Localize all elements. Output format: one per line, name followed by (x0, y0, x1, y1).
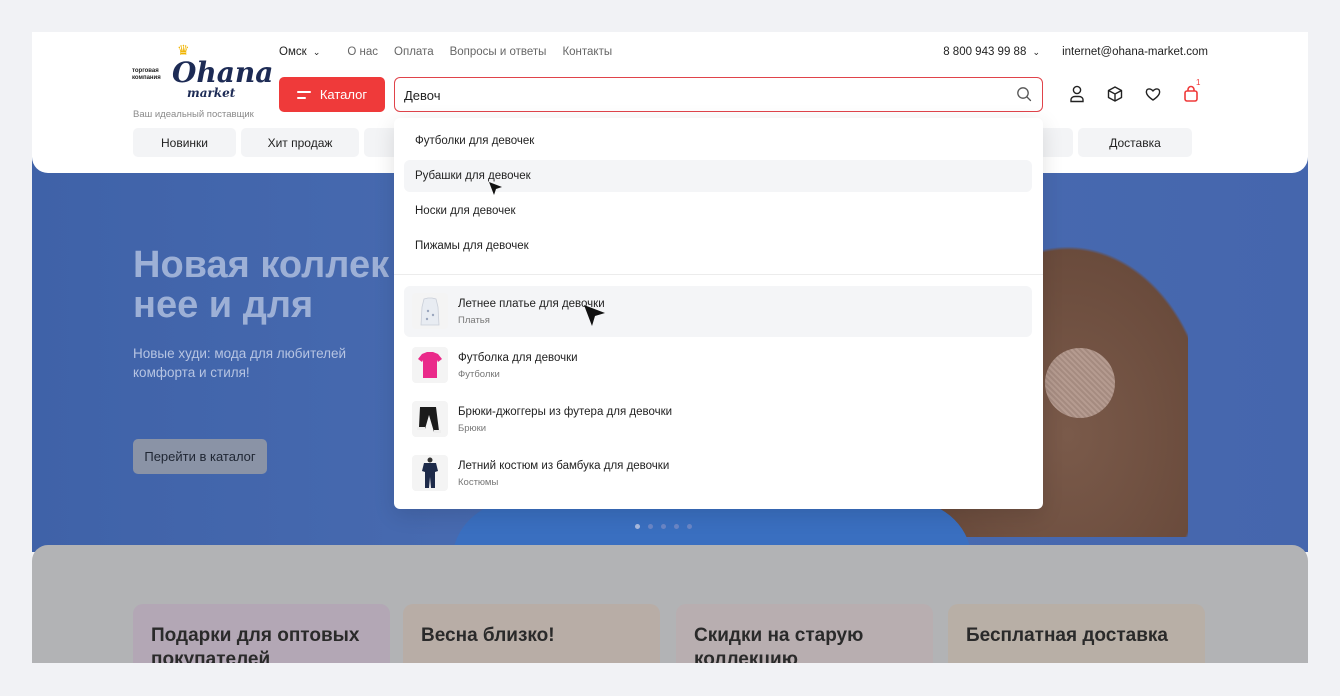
promo-section: Подарки для оптовых покупателей Весна бл… (32, 545, 1308, 663)
chevron-down-icon: ⌄ (1032, 47, 1041, 57)
hero-subtitle: Новые худи: мода для любителей комфорта … (133, 346, 347, 380)
city-label: Омск (279, 46, 307, 58)
nav-link-contacts[interactable]: Контакты (562, 46, 612, 58)
search-suggestion[interactable]: Носки для девочек (404, 195, 1032, 227)
carousel-dot[interactable] (674, 524, 679, 529)
carousel-dot[interactable] (635, 524, 640, 529)
category-pill[interactable]: Новинки (133, 128, 236, 157)
product-suggestion[interactable]: Летнее платье для девочки Платья (404, 286, 1032, 337)
product-suggestion[interactable]: Брюки-джоггеры из футера для девочки Брю… (404, 394, 1032, 445)
user-icon[interactable] (1068, 84, 1086, 104)
cart-count-badge: 1 (1196, 78, 1201, 87)
nav-link-about[interactable]: О нас (347, 46, 378, 58)
search-suggestion[interactable]: Пижамы для девочек (404, 230, 1032, 262)
chevron-down-icon: ⌄ (312, 47, 321, 57)
email-link[interactable]: internet@ohana-market.com (1062, 46, 1208, 58)
carousel-dots (635, 524, 692, 529)
carousel-dot[interactable] (648, 524, 653, 529)
promo-title: Подарки для оптовых покупателей (151, 625, 360, 663)
search-suggestion[interactable]: Футболки для девочек (404, 125, 1032, 157)
header-icons: 1 (1068, 78, 1200, 104)
nav-link-payment[interactable]: Оплата (394, 46, 434, 58)
product-category: Костюмы (458, 477, 499, 488)
category-pill[interactable]: Доставка (1078, 128, 1192, 157)
logo-tagline: Ваш идеальный поставщик (133, 109, 254, 120)
divider (394, 274, 1043, 275)
promo-card[interactable]: Подарки для оптовых покупателей (133, 604, 390, 663)
top-nav: Омск ⌄ О нас Оплата Вопросы и ответы Кон… (279, 46, 628, 58)
phone-selector[interactable]: 8 800 943 99 88 ⌄ (943, 46, 1040, 58)
promo-card[interactable]: Бесплатная доставка (948, 604, 1205, 663)
promo-card[interactable]: Весна близко! (403, 604, 660, 663)
product-suggestion[interactable]: Футболка для девочки Футболки (404, 340, 1032, 391)
cart-button[interactable]: 1 (1182, 78, 1200, 104)
logo-name: Ohana (172, 56, 274, 89)
phone-number: 8 800 943 99 88 (943, 46, 1027, 58)
search-bar (394, 77, 1043, 112)
product-name: Летний костюм из бамбука для девочки (458, 460, 670, 472)
go-to-catalog-button[interactable]: Перейти в каталог (133, 439, 267, 474)
product-category: Платья (458, 315, 490, 326)
promo-title: Бесплатная доставка (966, 625, 1168, 646)
product-thumbnail (412, 455, 448, 491)
promo-card[interactable]: Скидки на старую коллекцию (676, 604, 933, 663)
nav-link-faq[interactable]: Вопросы и ответы (450, 46, 547, 58)
hero-fabric-swatch (1045, 348, 1115, 418)
search-icon[interactable] (1016, 86, 1032, 102)
product-name: Брюки-джоггеры из футера для девочки (458, 406, 673, 418)
product-thumbnail (412, 293, 448, 329)
promo-title: Весна близко! (421, 625, 555, 646)
catalog-button[interactable]: Каталог (279, 77, 385, 112)
logo-sub: market (187, 86, 236, 100)
menu-icon (296, 90, 311, 99)
cursor-icon (489, 182, 502, 195)
carousel-dot[interactable] (687, 524, 692, 529)
promo-title: Скидки на старую коллекцию (694, 625, 864, 663)
shopping-bag-icon (1184, 85, 1198, 102)
heart-icon[interactable] (1144, 84, 1162, 104)
catalog-label: Каталог (319, 87, 368, 102)
product-name: Футболка для девочки (458, 352, 578, 364)
logo[interactable]: ♛ торговая компания Ohana market Ваш иде… (132, 42, 273, 120)
contacts: 8 800 943 99 88 ⌄ internet@ohana-market.… (943, 46, 1208, 58)
product-thumbnail (412, 401, 448, 437)
search-dropdown: Футболки для девочек Рубашки для девочек… (394, 118, 1043, 509)
product-suggestion[interactable]: Летний костюм из бамбука для девочки Кос… (404, 448, 1032, 499)
category-pill[interactable]: Хит продаж (241, 128, 359, 157)
carousel-dot[interactable] (661, 524, 666, 529)
product-category: Брюки (458, 423, 487, 434)
box-icon[interactable] (1106, 84, 1124, 104)
cursor-icon (584, 305, 605, 326)
search-input[interactable] (404, 85, 994, 105)
product-thumbnail (412, 347, 448, 383)
city-selector[interactable]: Омск ⌄ (279, 46, 320, 58)
logo-small-text: торговая компания (132, 68, 161, 81)
product-category: Футболки (458, 369, 500, 380)
